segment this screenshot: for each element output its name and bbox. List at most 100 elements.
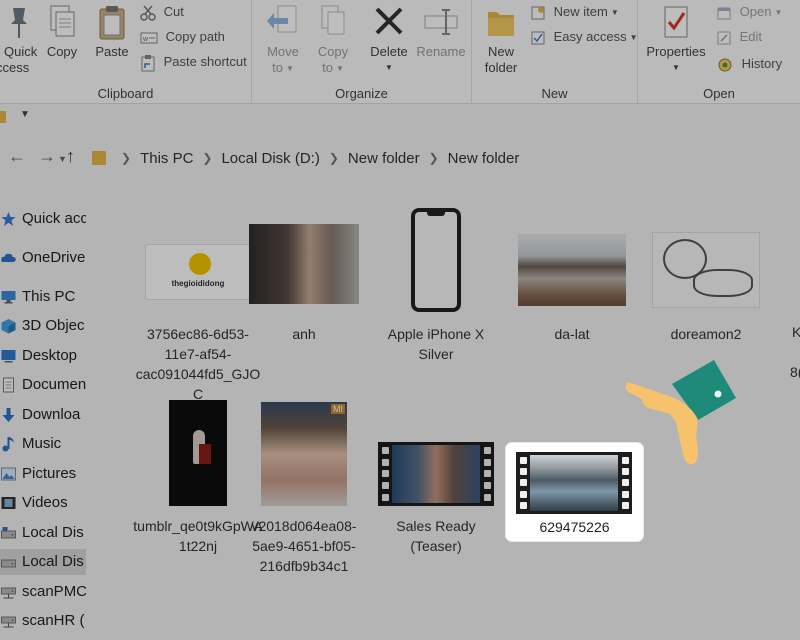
sidebar-item-local-disk-c[interactable]: Local Dis [0, 520, 86, 546]
cartoon-image [652, 232, 760, 308]
paste-button[interactable]: Paste [92, 4, 132, 60]
delete-button[interactable]: Delete ▼ [366, 4, 412, 76]
chevron-right-icon: ❯ [428, 151, 439, 165]
rename-button[interactable]: Rename [416, 4, 466, 60]
file-item[interactable]: anh [244, 200, 364, 380]
paste-icon [99, 6, 125, 40]
sidebar-item-pictures[interactable]: Pictures [0, 461, 86, 487]
video-frame [530, 455, 618, 511]
file-name: Sales Ready (Teaser) [396, 518, 476, 554]
properties-button[interactable]: Properties ▼ [642, 4, 710, 76]
move-to-button[interactable]: Move to ▼ [262, 4, 304, 77]
history-button[interactable]: History [716, 54, 782, 74]
file-name: K [792, 324, 800, 340]
properties-label: Properties [646, 44, 706, 59]
customize-toolbar-icon[interactable]: ▼ [20, 109, 30, 120]
new-folder-button[interactable]: New folder [480, 4, 522, 76]
phone-notch [427, 211, 445, 216]
sidebar-item-music[interactable]: Music [0, 431, 86, 457]
new-item-label: New item [553, 4, 608, 19]
forward-arrow-icon[interactable]: → [38, 146, 56, 167]
file-name: doreamon2 [670, 326, 742, 342]
sidebar-item-3d-objects[interactable]: 3D Objec [0, 313, 86, 339]
back-arrow-icon[interactable]: ← [8, 146, 26, 167]
chevron-right-icon: ❯ [328, 151, 339, 165]
scissors-icon [140, 5, 156, 21]
sidebar-item-scanpmc[interactable]: scanPMC [0, 579, 86, 605]
sidebar-item-label: Videos [22, 494, 68, 511]
svg-text:w: w [142, 36, 149, 43]
edit-label: Edit [739, 29, 763, 44]
breadcrumb-item-local-disk[interactable]: Local Disk (D:) [221, 150, 319, 167]
paste-shortcut-icon [141, 54, 155, 72]
file-item[interactable]: Sales Ready (Teaser) [376, 400, 496, 600]
pin-icon [11, 8, 27, 38]
network-drive-icon [1, 587, 16, 599]
red-accent [199, 444, 211, 464]
sidebar-item-scanhr[interactable]: scanHR ( [0, 608, 86, 634]
drive-icon [1, 559, 16, 568]
cut-button[interactable]: Cut [140, 2, 184, 22]
file-item[interactable]: doreamon2 [646, 200, 766, 380]
file-item[interactable]: da-lat [512, 200, 632, 380]
rename-icon [424, 9, 458, 35]
file-thumbnail [512, 234, 632, 306]
cartoon-body [693, 269, 753, 297]
sidebar-item-downloads[interactable]: Downloa [0, 402, 86, 428]
copy-path-label: Copy path [165, 29, 225, 44]
sidebar-item-quick-access[interactable]: Quick acce [0, 206, 86, 232]
open-button[interactable]: Open ▼ [716, 2, 782, 22]
sidebar-item-this-pc[interactable]: This PC [0, 284, 86, 310]
desktop-icon [1, 350, 16, 363]
chevron-down-icon: ▼ [774, 7, 783, 17]
copy-to-button[interactable]: Copy to ▼ [312, 4, 354, 77]
file-item[interactable]: Apple iPhone X Silver [376, 200, 496, 380]
file-name: 8( [790, 364, 800, 380]
film-strip-right [480, 442, 494, 506]
file-item-partial[interactable]: K 8( [776, 200, 800, 380]
properties-icon [664, 6, 688, 38]
paste-shortcut-button[interactable]: Paste shortcut [140, 52, 247, 72]
file-thumbnail [138, 400, 258, 506]
photo-badge: MI [331, 404, 345, 414]
breadcrumb-item-new-folder-current[interactable]: New folder [448, 150, 520, 167]
move-to-label: Move [267, 44, 299, 59]
iphone-image [411, 208, 461, 312]
edit-button[interactable]: Edit [716, 27, 762, 47]
cut-label: Cut [163, 4, 184, 19]
new-item-button[interactable]: New item ▼ [530, 2, 619, 22]
chevron-down-icon: ▼ [610, 7, 619, 17]
breadcrumb-item-this-pc[interactable]: This PC [140, 150, 193, 167]
file-thumbnail [376, 200, 496, 312]
file-thumbnail [646, 232, 766, 308]
file-item[interactable]: MI v2018d064ea08-5ae9-4651-bf05-216dfb9b… [244, 400, 364, 600]
copy-path-button[interactable]: w Copy path [140, 27, 225, 47]
sidebar-item-desktop[interactable]: Desktop [0, 343, 86, 369]
edit-icon [717, 31, 731, 45]
move-to-label-2-text: to [272, 60, 283, 75]
pin-quick-access-button[interactable]: Quick ccess [0, 4, 40, 76]
video-frame [392, 445, 480, 503]
file-name: v2018d064ea08-5ae9-4651-bf05-216dfb9b34c… [251, 518, 357, 574]
sidebar-item-label: Local Dis [22, 553, 84, 570]
drive-icon [1, 527, 16, 539]
download-icon [2, 408, 15, 422]
sidebar-item-label: scanPMC [22, 583, 86, 600]
sidebar-item-label: Local Dis [22, 524, 84, 541]
sidebar-item-label: Desktop [22, 347, 78, 364]
chevron-right-icon: ❯ [202, 151, 213, 165]
sidebar-item-videos[interactable]: Videos [0, 490, 86, 516]
up-arrow-icon[interactable]: ↑ [66, 146, 75, 167]
sidebar-item-onedrive[interactable]: OneDrive - [0, 245, 86, 271]
delete-label: Delete [370, 44, 408, 59]
logo-mark [189, 253, 211, 275]
sidebar-item-documents[interactable]: Documen [0, 372, 86, 398]
easy-access-button[interactable]: Easy access ▼ [530, 27, 638, 47]
sidebar-item-local-disk-d[interactable]: Local Dis [0, 549, 86, 575]
copy-button[interactable]: Copy [44, 4, 80, 60]
file-item[interactable]: thegioididong 3756ec86-6d53-11e7-af54-ca… [136, 200, 260, 402]
breadcrumb-item-new-folder[interactable]: New folder [348, 150, 420, 167]
history-label: History [741, 56, 783, 71]
quick-access-label-2: ccess [0, 60, 30, 75]
file-thumbnail: thegioididong [138, 244, 258, 300]
